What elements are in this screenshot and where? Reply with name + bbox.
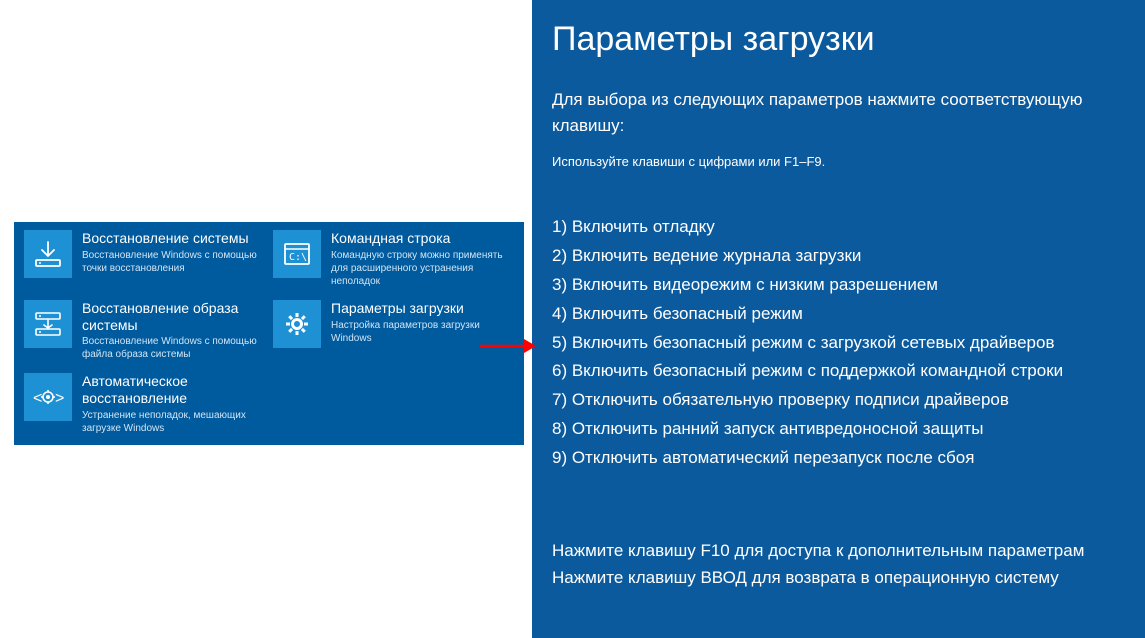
page-title: Параметры загрузки: [552, 20, 1145, 59]
tile-desc: Командную строку можно применять для рас…: [331, 249, 514, 288]
left-panel: Восстановление системы Восстановление Wi…: [0, 0, 532, 638]
startup-option[interactable]: 4) Включить безопасный режим: [552, 300, 1145, 329]
startup-settings-screen: Параметры загрузки Для выбора из следующ…: [532, 0, 1145, 638]
startup-option[interactable]: 5) Включить безопасный режим с загрузкой…: [552, 329, 1145, 358]
startup-option[interactable]: 3) Включить видеорежим с низким разрешен…: [552, 271, 1145, 300]
footer-f10: Нажмите клавишу F10 для доступа к дополн…: [552, 537, 1145, 564]
automatic-repair-icon: < >: [24, 373, 72, 421]
tile-desc: Устранение неполадок, мешающих загрузке …: [82, 409, 265, 435]
tile-automatic-repair[interactable]: < > Автоматическое восстановление Устран…: [24, 373, 265, 435]
startup-option[interactable]: 2) Включить ведение журнала загрузки: [552, 242, 1145, 271]
tile-title: Восстановление системы: [82, 230, 265, 247]
tile-title: Параметры загрузки: [331, 300, 514, 317]
image-recovery-icon: [24, 300, 72, 348]
startup-option[interactable]: 1) Включить отладку: [552, 213, 1145, 242]
tile-desc: Восстановление Windows с помощью файла о…: [82, 335, 265, 361]
arrow-icon: [480, 336, 536, 356]
startup-option[interactable]: 9) Отключить автоматический перезапуск п…: [552, 444, 1145, 473]
tile-title: Восстановление образа системы: [82, 300, 265, 334]
tile-command-prompt[interactable]: C:\ Командная строка Командную строку мо…: [273, 230, 514, 288]
startup-option[interactable]: 8) Отключить ранний запуск антивредоносн…: [552, 415, 1145, 444]
footer-enter: Нажмите клавишу ВВОД для возврата в опер…: [552, 564, 1145, 591]
tile-system-restore[interactable]: Восстановление системы Восстановление Wi…: [24, 230, 265, 288]
startup-option[interactable]: 6) Включить безопасный режим с поддержко…: [552, 357, 1145, 386]
tile-title: Автоматическое восстановление: [82, 373, 265, 407]
page-hint: Используйте клавиши с цифрами или F1–F9.: [552, 154, 1145, 169]
system-restore-icon: [24, 230, 72, 278]
tile-title: Командная строка: [331, 230, 514, 247]
startup-options-list: 1) Включить отладку 2) Включить ведение …: [552, 213, 1145, 473]
gear-icon: [273, 300, 321, 348]
svg-text:<: <: [33, 390, 42, 407]
svg-text:>: >: [55, 390, 64, 407]
tile-image-recovery[interactable]: Восстановление образа системы Восстановл…: [24, 300, 265, 362]
tile-desc: Восстановление Windows с помощью точки в…: [82, 249, 265, 275]
svg-text:C:\: C:\: [289, 252, 307, 263]
command-prompt-icon: C:\: [273, 230, 321, 278]
startup-option[interactable]: 7) Отключить обязательную проверку подпи…: [552, 386, 1145, 415]
tile-startup-settings[interactable]: Параметры загрузки Настройка параметров …: [273, 300, 514, 362]
tiles-container: Восстановление системы Восстановление Wi…: [14, 222, 524, 445]
page-subtitle: Для выбора из следующих параметров нажми…: [552, 87, 1145, 138]
